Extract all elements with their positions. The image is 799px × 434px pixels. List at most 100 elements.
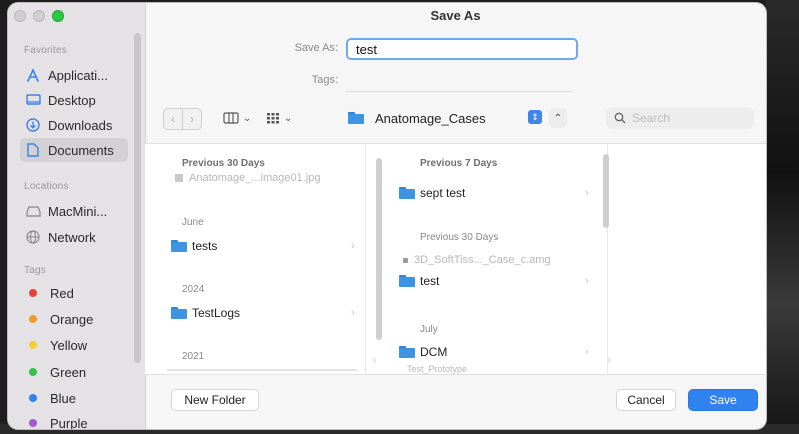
expand-collapse-button[interactable]: ⌃: [549, 108, 567, 128]
search-icon: [614, 112, 626, 124]
save-button[interactable]: Save: [688, 389, 758, 411]
documents-icon: [25, 142, 41, 158]
group-header: July: [420, 324, 438, 335]
sidebar-tag-blue[interactable]: Blue: [20, 386, 128, 410]
red-tag-dot-icon: [29, 289, 37, 297]
window-controls: [14, 10, 64, 22]
sidebar-item-label: MacMini...: [48, 203, 108, 219]
chevron-up-icon: ⌃: [553, 112, 563, 124]
list-item-folder-tests[interactable]: tests ›: [171, 235, 356, 257]
favorites-section-label: Favorites: [24, 45, 67, 56]
column-view-button[interactable]: ⌄: [223, 108, 251, 128]
folder-icon: [399, 275, 415, 287]
folder-icon: [399, 187, 415, 199]
green-tag-dot-icon: [29, 368, 37, 376]
sidebar-item-label: Yellow: [50, 337, 88, 353]
search-field[interactable]: Search: [606, 107, 754, 129]
downloads-icon: [25, 117, 41, 133]
list-item-cut-off: Test_Prototype: [407, 364, 468, 374]
chevron-right-icon: ›: [585, 346, 589, 358]
file-icon: [403, 257, 408, 263]
locations-section-label: Locations: [24, 181, 69, 192]
sidebar-item-label: Documents: [48, 142, 114, 158]
yellow-tag-dot-icon: [29, 341, 37, 349]
nav-buttons: ‹ ›: [163, 108, 202, 130]
location-name: Anatomage_Cases: [375, 110, 486, 126]
save-dialog: Favorites Applicati... Desktop Downloads…: [8, 3, 766, 429]
sidebar-item-documents[interactable]: Documents: [20, 138, 128, 162]
sidebar-item-label: Downloads: [48, 117, 113, 133]
sidebar-tag-red[interactable]: Red: [20, 281, 128, 305]
browser-column-2: Previous 7 Days sept test › Previous 30 …: [367, 144, 609, 374]
sidebar-tag-purple[interactable]: Purple: [20, 411, 128, 429]
list-item-folder-dcm[interactable]: DCM ›: [399, 341, 594, 363]
forward-button[interactable]: ›: [183, 108, 202, 130]
group-header: June: [182, 217, 204, 228]
sidebar: Favorites Applicati... Desktop Downloads…: [8, 3, 146, 429]
new-folder-button[interactable]: New Folder: [171, 389, 259, 411]
desktop-icon: [25, 92, 41, 108]
search-placeholder: Search: [632, 111, 671, 125]
chevron-left-icon: ‹: [171, 112, 175, 126]
chevron-right-icon: ›: [190, 112, 194, 126]
sidebar-item-label: Purple: [50, 415, 88, 430]
tags-section-label: Tags: [24, 265, 46, 276]
column-resize-handle[interactable]: ‖: [608, 358, 611, 365]
chevron-right-icon: ›: [585, 187, 589, 199]
sidebar-item-downloads[interactable]: Downloads: [20, 113, 128, 137]
chevron-right-icon: ›: [351, 240, 355, 252]
background-image-strip: [766, 0, 799, 434]
chevron-down-icon: ⌄: [284, 112, 293, 124]
cancel-button[interactable]: Cancel: [616, 389, 676, 411]
sidebar-item-macmini[interactable]: MacMini...: [20, 199, 128, 223]
popup-arrows-icon: ⇕: [528, 110, 542, 124]
group-header: 2024: [182, 284, 205, 295]
location-popup[interactable]: Anatomage_Cases ⇕: [348, 107, 559, 129]
list-item-folder-test[interactable]: test ›: [399, 270, 594, 292]
window-title: Save As: [430, 8, 481, 23]
sidebar-tag-yellow[interactable]: Yellow: [20, 333, 128, 357]
sidebar-item-label: Orange: [50, 311, 94, 327]
grid-view-icon: [267, 113, 279, 124]
browser-column-1: Previous 30 Days Anatomage_...image01.jp…: [145, 144, 382, 374]
list-item-folder-sept-test[interactable]: sept test ›: [399, 182, 594, 204]
chevron-right-icon: ›: [585, 275, 589, 287]
back-button[interactable]: ‹: [163, 108, 183, 130]
sidebar-item-label: Applicati...: [48, 67, 108, 83]
list-item-folder-testlogs[interactable]: TestLogs ›: [171, 302, 356, 324]
sidebar-item-desktop[interactable]: Desktop: [20, 88, 128, 112]
column-view-icon: [223, 112, 239, 124]
drive-icon: [25, 203, 41, 219]
sidebar-tag-green[interactable]: Green: [20, 360, 128, 384]
save-as-input[interactable]: [346, 38, 578, 60]
minimize-window-button[interactable]: [33, 10, 45, 22]
sidebar-item-applications[interactable]: Applicati...: [20, 63, 128, 87]
chevron-right-icon: ›: [351, 307, 355, 319]
group-header: Previous 7 Days: [420, 158, 498, 169]
tags-input[interactable]: [346, 71, 572, 92]
tags-label: Tags:: [311, 74, 338, 86]
sidebar-item-label: Red: [50, 285, 74, 301]
zoom-window-button[interactable]: [52, 10, 64, 22]
group-view-button[interactable]: ⌄: [266, 108, 292, 128]
sidebar-item-label: Network: [48, 229, 96, 245]
list-item-dimmed-file: 3D_SoftTiss..._Case_c.amg: [403, 249, 551, 271]
sidebar-tag-orange[interactable]: Orange: [20, 307, 128, 331]
sidebar-item-network[interactable]: Network: [20, 225, 128, 249]
close-window-button[interactable]: [14, 10, 26, 22]
applications-icon: [25, 67, 41, 83]
file-browser: Previous 30 Days Anatomage_...image01.jp…: [145, 143, 766, 375]
sidebar-scrollbar[interactable]: [134, 33, 141, 363]
sidebar-item-label: Blue: [50, 390, 77, 406]
group-header: 2021: [182, 351, 205, 362]
browser-column-3: ‖: [608, 144, 766, 374]
purple-tag-dot-icon: [29, 419, 37, 427]
sidebar-item-label: Green: [50, 364, 87, 380]
sidebar-item-label: Desktop: [48, 92, 96, 108]
chevron-down-icon: ⌄: [243, 112, 252, 124]
folder-icon: [171, 240, 187, 252]
group-header: Previous 30 Days: [420, 232, 499, 243]
orange-tag-dot-icon: [29, 315, 37, 323]
file-icon: [175, 174, 183, 182]
column-resize-handle[interactable]: ‖: [373, 358, 376, 365]
